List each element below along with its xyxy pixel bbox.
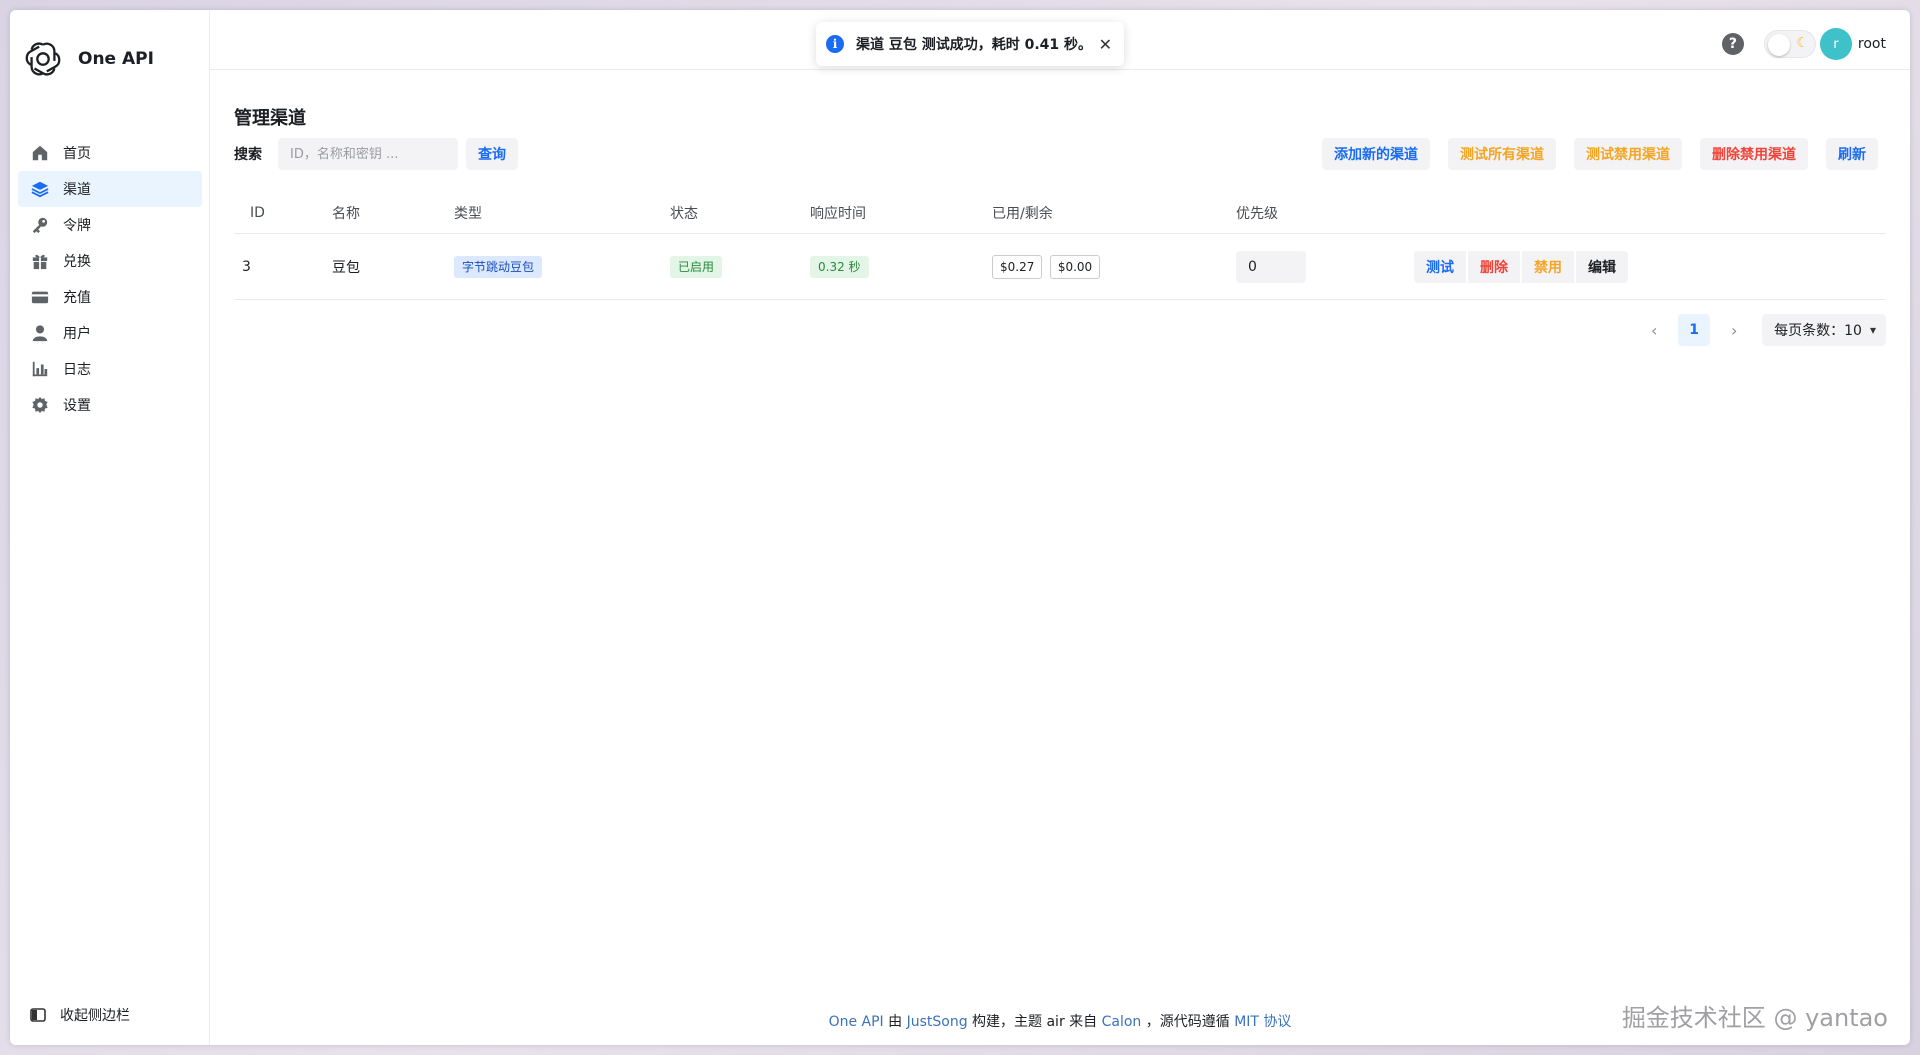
gift-icon bbox=[30, 251, 50, 271]
watermark: 掘金技术社区 @ yantao bbox=[1621, 1004, 1888, 1032]
test-channel-button[interactable]: 测试 bbox=[1414, 250, 1466, 283]
sidebar-item-users[interactable]: 用户 bbox=[18, 315, 202, 351]
pagination: ‹ 1 › 每页条数：10 ▾ bbox=[1638, 314, 1886, 346]
delete-disabled-channels-button[interactable]: 删除禁用渠道 bbox=[1700, 138, 1808, 170]
moon-icon: ☾ bbox=[1796, 35, 1809, 51]
sidebar-item-label: 兑换 bbox=[63, 254, 91, 270]
main-content: 管理渠道 搜索 查询 添加新的渠道 测试所有渠道 测试禁用渠道 删除禁用渠道 刷… bbox=[234, 70, 1886, 1045]
footer-text: 由 bbox=[883, 1014, 907, 1030]
cell-response-time: 0.32 秒 bbox=[810, 255, 992, 278]
chevron-right-icon[interactable]: › bbox=[1718, 314, 1750, 346]
status-badge: 已启用 bbox=[670, 255, 723, 278]
avatar[interactable]: r bbox=[1819, 28, 1852, 60]
search-label: 搜索 bbox=[234, 147, 262, 163]
column-header-status[interactable]: 状态 bbox=[670, 203, 810, 223]
sidebar-item-label: 设置 bbox=[63, 398, 91, 414]
search-input[interactable] bbox=[278, 138, 458, 170]
home-icon bbox=[30, 143, 50, 163]
sidebar-nav: 首页 渠道 令牌 兑换 充值 用户 日志 设置 bbox=[18, 135, 202, 423]
sidebar-item-label: 令牌 bbox=[63, 218, 91, 234]
sidebar-item-label: 渠道 bbox=[63, 182, 91, 198]
cell-status: 已启用 bbox=[670, 255, 810, 278]
page-size-label: 每页条数：10 bbox=[1774, 323, 1862, 339]
cell-used-remaining: $0.27 $0.00 bbox=[992, 254, 1236, 279]
toggle-knob bbox=[1767, 34, 1790, 56]
page-title: 管理渠道 bbox=[234, 108, 306, 129]
column-header-name[interactable]: 名称 bbox=[332, 203, 454, 223]
close-icon[interactable]: ✕ bbox=[1099, 35, 1112, 54]
query-button[interactable]: 查询 bbox=[466, 138, 518, 170]
sidebar-item-settings[interactable]: 设置 bbox=[18, 387, 202, 423]
footer-text: 构建，主题 air 来自 bbox=[967, 1014, 1102, 1030]
gear-icon bbox=[30, 395, 50, 415]
chevron-left-icon[interactable]: ‹ bbox=[1638, 314, 1670, 346]
sidebar-item-channels[interactable]: 渠道 bbox=[18, 171, 202, 207]
disable-channel-button[interactable]: 禁用 bbox=[1522, 250, 1574, 283]
key-icon bbox=[30, 215, 50, 235]
table-header: ID 名称 类型 状态 响应时间 已用/剩余 优先级 bbox=[234, 192, 1886, 234]
cell-type: 字节跳动豆包 bbox=[454, 255, 670, 278]
user-icon bbox=[30, 323, 50, 343]
channel-actions: 添加新的渠道 测试所有渠道 测试禁用渠道 删除禁用渠道 刷新 bbox=[1304, 138, 1878, 170]
response-time-badge[interactable]: 0.32 秒 bbox=[810, 255, 869, 278]
channels-table: ID 名称 类型 状态 响应时间 已用/剩余 优先级 3 豆包 字节跳动豆包 已… bbox=[234, 192, 1886, 300]
sidebar-item-logs[interactable]: 日志 bbox=[18, 351, 202, 387]
cell-operations: 测试 删除 禁用 编辑 bbox=[1414, 250, 1886, 283]
collapse-sidebar-button[interactable]: 收起侧边栏 bbox=[30, 1005, 130, 1025]
search-bar: 搜索 查询 bbox=[234, 138, 518, 170]
theme-toggle[interactable]: ☾ bbox=[1763, 30, 1816, 58]
add-channel-button[interactable]: 添加新的渠道 bbox=[1322, 138, 1430, 170]
used-quota: $0.27 bbox=[992, 254, 1043, 279]
footer-link-author[interactable]: JustSong bbox=[907, 1014, 968, 1030]
page-number[interactable]: 1 bbox=[1678, 314, 1711, 346]
username[interactable]: root bbox=[1858, 36, 1886, 52]
collapse-sidebar-label: 收起侧边栏 bbox=[60, 1008, 130, 1024]
sidebar-item-label: 首页 bbox=[63, 146, 91, 162]
priority-input[interactable]: 0 bbox=[1236, 250, 1306, 283]
column-header-response-time[interactable]: 响应时间 bbox=[810, 203, 992, 223]
credit-card-icon bbox=[30, 287, 50, 307]
sidebar-item-home[interactable]: 首页 bbox=[18, 135, 202, 171]
test-all-channels-button[interactable]: 测试所有渠道 bbox=[1448, 138, 1556, 170]
column-header-id[interactable]: ID bbox=[234, 205, 332, 221]
toast-message: 渠道 豆包 测试成功，耗时 0.41 秒。 bbox=[856, 37, 1093, 53]
delete-channel-button[interactable]: 删除 bbox=[1468, 250, 1520, 283]
test-disabled-channels-button[interactable]: 测试禁用渠道 bbox=[1574, 138, 1682, 170]
bar-chart-icon bbox=[30, 359, 50, 379]
help-icon[interactable]: ? bbox=[1721, 33, 1744, 55]
openai-logo-icon bbox=[25, 42, 61, 76]
cell-priority: 0 bbox=[1236, 250, 1414, 283]
footer-link-license[interactable]: MIT 协议 bbox=[1234, 1014, 1291, 1030]
page-size-select[interactable]: 每页条数：10 ▾ bbox=[1762, 314, 1886, 346]
footer-link-theme[interactable]: Calon bbox=[1102, 1014, 1142, 1030]
column-header-priority[interactable]: 优先级 bbox=[1236, 203, 1414, 223]
remaining-quota[interactable]: $0.00 bbox=[1049, 254, 1101, 279]
sidebar-item-tokens[interactable]: 令牌 bbox=[18, 207, 202, 243]
refresh-button[interactable]: 刷新 bbox=[1826, 138, 1878, 170]
cell-name: 豆包 bbox=[332, 259, 360, 276]
app-window: One API 首页 渠道 令牌 兑换 充值 用户 日志 设置 收起侧边栏 ? … bbox=[10, 10, 1910, 1045]
app-name: One API bbox=[78, 49, 154, 69]
column-header-type[interactable]: 类型 bbox=[454, 203, 670, 223]
info-icon: i bbox=[826, 35, 844, 53]
cell-id: 3 bbox=[242, 258, 251, 275]
table-row: 3 豆包 字节跳动豆包 已启用 0.32 秒 $0.27 $0.00 0 测试 … bbox=[234, 234, 1886, 300]
chevron-down-icon: ▾ bbox=[1869, 323, 1876, 337]
column-header-used-remaining[interactable]: 已用/剩余 bbox=[992, 203, 1236, 223]
type-tag: 字节跳动豆包 bbox=[454, 255, 543, 278]
sidebar-item-redeem[interactable]: 兑换 bbox=[18, 243, 202, 279]
sidebar-item-label: 充值 bbox=[63, 290, 91, 306]
edit-channel-button[interactable]: 编辑 bbox=[1576, 250, 1628, 283]
footer-text: ，源代码遵循 bbox=[1141, 1014, 1235, 1030]
brand[interactable]: One API bbox=[24, 40, 154, 78]
sidebar-item-topup[interactable]: 充值 bbox=[18, 279, 202, 315]
header-actions: ? ☾ r root bbox=[1721, 28, 1886, 60]
sidebar-item-label: 用户 bbox=[63, 326, 91, 342]
sidebar-toggle-icon bbox=[30, 1008, 46, 1022]
footer-link-oneapi[interactable]: One API bbox=[829, 1014, 884, 1030]
sidebar-item-label: 日志 bbox=[63, 362, 91, 378]
toast-notification: i 渠道 豆包 测试成功，耗时 0.41 秒。 ✕ bbox=[816, 22, 1124, 66]
sidebar: One API 首页 渠道 令牌 兑换 充值 用户 日志 设置 收起侧边栏 bbox=[10, 10, 210, 1045]
layers-icon bbox=[30, 179, 50, 199]
